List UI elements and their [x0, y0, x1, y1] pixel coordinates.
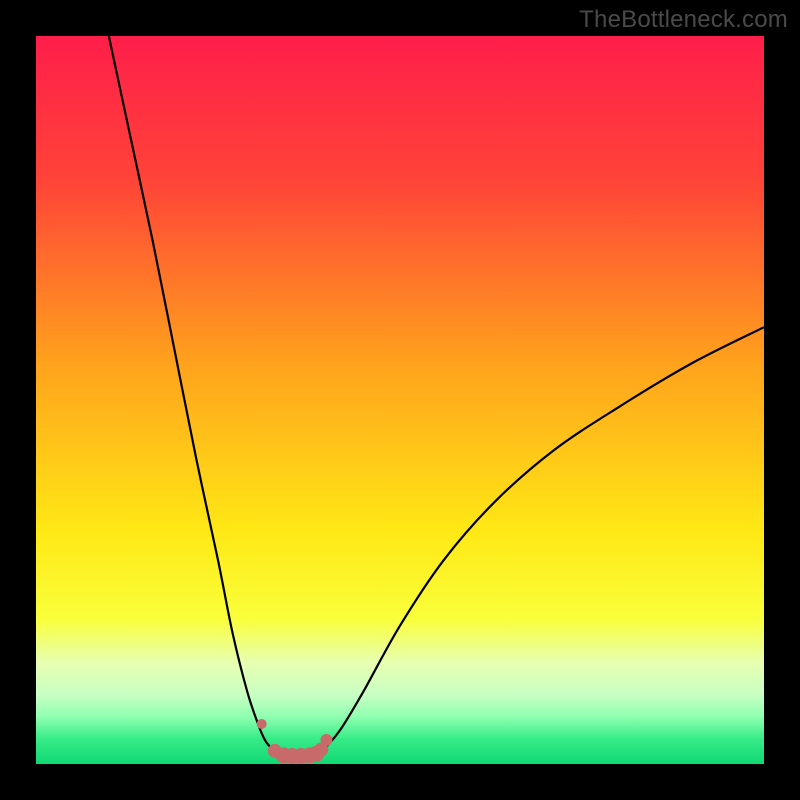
valley-marker [320, 734, 332, 746]
plot-area [36, 36, 764, 764]
watermark-text: TheBottleneck.com [579, 6, 788, 34]
gradient-background [36, 36, 764, 764]
valley-marker [257, 719, 267, 729]
bottleneck-curve-chart [36, 36, 764, 764]
chart-stage: TheBottleneck.com [0, 0, 800, 800]
